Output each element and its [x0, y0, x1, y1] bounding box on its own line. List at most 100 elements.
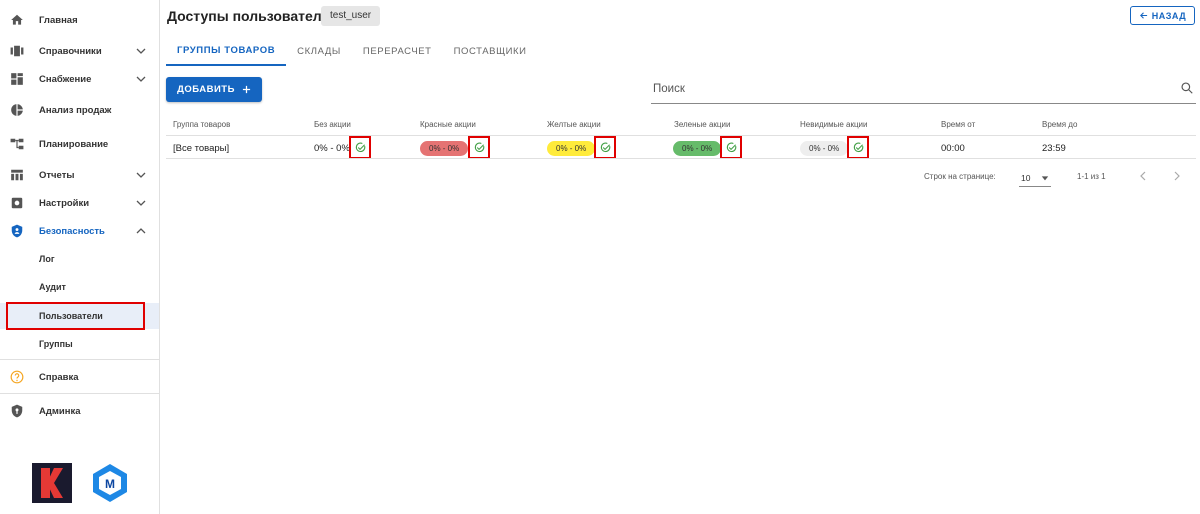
sidebar-item-label: Снабжение [39, 73, 92, 85]
highlight-box [6, 302, 145, 330]
column-header[interactable]: Красные акции [420, 120, 476, 129]
chevron-right-icon [1174, 171, 1180, 181]
check-circle-edit-icon [355, 142, 365, 153]
chevron-down-icon [134, 196, 148, 210]
check-circle-edit-icon [726, 142, 736, 153]
pie-chart-icon [10, 103, 24, 117]
sidebar-item-label: Справка [39, 371, 79, 383]
svg-text:М: М [105, 477, 115, 491]
tab-recalculation[interactable]: Перерасчет [352, 36, 443, 66]
sidebar-item-reports[interactable]: Отчеты [0, 161, 159, 189]
sidebar-subitem-label: Группы [39, 339, 73, 349]
green-promo-pill: 0% - 0% [673, 140, 722, 156]
cell-no-promo: 0% - 0% [314, 142, 350, 154]
sidebar-divider [0, 393, 159, 394]
search-field [651, 76, 1196, 104]
back-button-label: НАЗАД [1151, 10, 1187, 21]
cell-time-from: 00:00 [941, 142, 965, 154]
next-page-button[interactable] [1172, 171, 1182, 181]
brand-logo-red [32, 463, 72, 503]
table-icon [10, 168, 24, 182]
check-circle-edit-icon [853, 142, 863, 153]
sidebar-item-settings[interactable]: Настройки [0, 189, 159, 217]
column-header[interactable]: Время до [1042, 120, 1077, 129]
edit-red-promo-button[interactable] [468, 136, 490, 159]
back-button[interactable]: НАЗАД [1130, 6, 1195, 25]
directory-icon [10, 44, 24, 58]
cell-time-to: 23:59 [1042, 142, 1066, 154]
check-circle-edit-icon [600, 142, 610, 153]
add-button[interactable]: ДОБАВИТЬ [166, 77, 262, 102]
sidebar: Главная Справочники Снабжение Анализ про… [0, 0, 160, 514]
tabs: Группы товаров Склады Перерасчет Поставщ… [166, 36, 538, 66]
rows-per-page-label: Строк на странице: [924, 172, 996, 181]
admin-shield-icon [10, 404, 24, 418]
chevron-left-icon [1140, 171, 1146, 181]
plus-icon [242, 85, 251, 94]
column-header[interactable]: Время от [941, 120, 975, 129]
edit-no-promo-button[interactable] [349, 136, 371, 159]
sidebar-item-admin[interactable]: Админка [0, 397, 159, 425]
edit-yellow-promo-button[interactable] [594, 136, 616, 159]
sidebar-item-label: Справочники [39, 45, 102, 57]
column-header[interactable]: Невидимые акции [800, 120, 867, 129]
brand-logo-m: М [93, 464, 127, 502]
column-header[interactable]: Группа товаров [173, 120, 230, 129]
tab-warehouses[interactable]: Склады [286, 36, 352, 66]
sidebar-item-supply[interactable]: Снабжение [0, 65, 159, 93]
cell-yellow-promo: 0% - 0% [547, 140, 596, 156]
sidebar-item-planning[interactable]: Планирование [0, 130, 159, 158]
column-header[interactable]: Желтые акции [547, 120, 601, 129]
sidebar-item-label: Безопасность [39, 225, 105, 237]
logos: М [32, 462, 131, 504]
prev-page-button[interactable] [1138, 171, 1148, 181]
cell-green-promo: 0% - 0% [673, 140, 722, 156]
table-header-divider [166, 135, 1196, 136]
cell-invisible-promo: 0% - 0% [800, 140, 849, 156]
home-icon [10, 13, 24, 27]
sidebar-item-home[interactable]: Главная [0, 6, 159, 34]
red-promo-pill: 0% - 0% [420, 140, 469, 156]
chevron-down-icon [134, 44, 148, 58]
sidebar-item-sales-analysis[interactable]: Анализ продаж [0, 96, 159, 124]
chevron-up-icon [134, 224, 148, 238]
table-row-divider [166, 158, 1196, 159]
user-chip: test_user [321, 6, 381, 26]
sidebar-item-label: Планирование [39, 138, 109, 150]
sidebar-item-label: Отчеты [39, 169, 75, 181]
supply-icon [10, 72, 24, 86]
sidebar-subitem-groups[interactable]: Группы [0, 331, 159, 357]
tab-suppliers[interactable]: Поставщики [443, 36, 538, 66]
help-icon [10, 370, 24, 384]
sidebar-subitem-label: Лог [39, 254, 55, 264]
sidebar-subitem-log[interactable]: Лог [0, 246, 159, 272]
chevron-down-icon [134, 168, 148, 182]
tab-product-groups[interactable]: Группы товаров [166, 36, 287, 66]
search-input[interactable] [651, 76, 1151, 102]
sidebar-item-security[interactable]: Безопасность [0, 217, 159, 245]
dropdown-arrow-icon [1041, 175, 1049, 180]
cell-red-promo: 0% - 0% [420, 140, 469, 156]
search-icon[interactable] [1180, 81, 1194, 100]
rows-per-page-select[interactable]: 10 [1019, 169, 1051, 187]
arrow-left-icon [1139, 12, 1147, 19]
sidebar-item-label: Админка [39, 405, 81, 417]
edit-invisible-promo-button[interactable] [847, 136, 869, 159]
sidebar-item-directories[interactable]: Справочники [0, 37, 159, 65]
add-button-label: ДОБАВИТЬ [177, 84, 235, 95]
check-circle-edit-icon [474, 142, 484, 153]
sidebar-item-help[interactable]: Справка [0, 363, 159, 391]
edit-green-promo-button[interactable] [720, 136, 742, 159]
invisible-promo-pill: 0% - 0% [800, 140, 849, 156]
column-header[interactable]: Зеленые акции [674, 120, 730, 129]
sidebar-divider [0, 359, 159, 360]
rows-per-page-value: 10 [1021, 172, 1031, 183]
shield-icon [10, 224, 24, 238]
column-header[interactable]: Без акции [314, 120, 351, 129]
planning-icon [10, 137, 24, 151]
sidebar-subitem-label: Аудит [39, 282, 66, 292]
cell-group: [Все товары] [173, 142, 230, 154]
yellow-promo-pill: 0% - 0% [547, 140, 596, 156]
sidebar-subitem-audit[interactable]: Аудит [0, 274, 159, 300]
sidebar-item-label: Главная [39, 14, 78, 26]
